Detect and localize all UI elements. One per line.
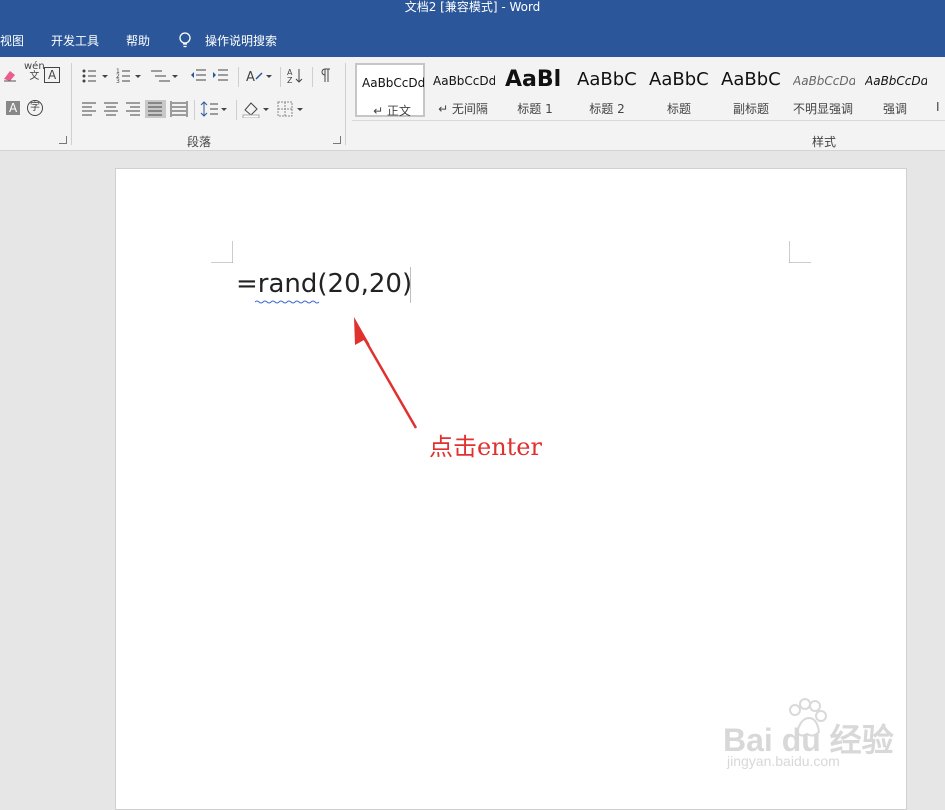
bullets-icon[interactable] [82,69,109,83]
separator [280,67,281,87]
multilevel-list-icon[interactable] [151,70,178,82]
menu-view[interactable]: 视图 [0,32,24,49]
show-formatting-marks-icon[interactable] [318,67,332,85]
character-shading-icon[interactable]: A [6,101,21,115]
line-spacing-icon[interactable] [200,100,230,118]
menu-help[interactable]: 帮助 [126,32,150,49]
numbering-icon[interactable]: 1 2 3 [116,68,141,85]
group-separator [345,63,346,145]
increase-indent-icon[interactable] [213,69,228,81]
style-title[interactable]: AaBbC 标题 [644,63,714,117]
alignment-buttons [82,100,188,118]
window-title: 文档2 [兼容模式] - Word [404,0,541,14]
align-center-icon[interactable] [104,102,118,116]
paragraph-dialog-launcher[interactable] [333,136,341,144]
menu-bar: 视图 开发工具 帮助 操作说明搜索 [0,24,945,57]
style-subtitle[interactable]: AaBbC 副标题 [716,63,786,117]
styles-gallery-border [352,120,945,121]
phonetic-guide-icon[interactable]: wén 文 [24,62,45,82]
watermark-url: jingyan.baidu.com [727,753,840,769]
separator [236,100,237,120]
borders-icon[interactable] [276,100,306,118]
annotation-text: 点击enter [429,433,542,461]
group-separator [71,63,72,145]
shading-icon[interactable] [242,100,272,118]
separator [312,67,313,87]
character-border-icon[interactable]: A [44,67,61,83]
style-next-partial[interactable]: I [932,63,945,117]
font-dialog-launcher[interactable] [59,136,67,144]
align-left-icon[interactable] [82,102,96,116]
svg-text:3: 3 [116,78,120,85]
justify-icon[interactable] [145,100,166,118]
indent-buttons [191,69,228,81]
style-heading-2[interactable]: AaBbC 标题 2 [572,63,642,117]
text-direction-icon[interactable]: A [244,67,274,85]
decrease-indent-icon[interactable] [191,69,206,81]
distributed-icon[interactable] [170,101,188,117]
document-page[interactable]: =rand(20,20) 点击enter Bai du 经验 jingyan.b… [115,168,907,810]
align-right-icon[interactable] [126,102,140,116]
separator [194,100,195,120]
menu-developer[interactable]: 开发工具 [51,32,99,49]
styles-group-label: 样式 [812,135,837,149]
lightbulb-icon[interactable] [178,32,192,48]
style-normal[interactable]: AaBbCcDd ↵ 正文 [355,63,425,118]
clear-format-icon[interactable] [2,67,18,83]
sort-icon[interactable]: AZ [287,67,305,85]
style-subtle-emphasis[interactable]: AaBbCcDd 不明显强调 [788,63,858,117]
separator [238,67,239,87]
list-buttons-row: 1 2 3 [82,68,178,85]
ribbon: wén 文 A A 字 1 2 3 A A Z 段落 AaBbCcDd ↵ 正文… [0,57,945,151]
enclose-characters-icon[interactable]: 字 [27,100,43,116]
svg-text:A: A [246,70,255,85]
svg-text:Z: Z [287,76,293,85]
style-no-spacing[interactable]: AaBbCcDd ↵ 无间隔 [428,63,498,117]
style-emphasis[interactable]: AaBbCcDd 强调 [860,63,930,117]
style-heading-1[interactable]: AaBl 标题 1 [500,63,570,117]
paragraph-group-label: 段落 [187,135,212,149]
tell-me-search[interactable]: 操作说明搜索 [205,32,277,49]
title-bar: 文档2 [兼容模式] - Word [0,0,945,24]
